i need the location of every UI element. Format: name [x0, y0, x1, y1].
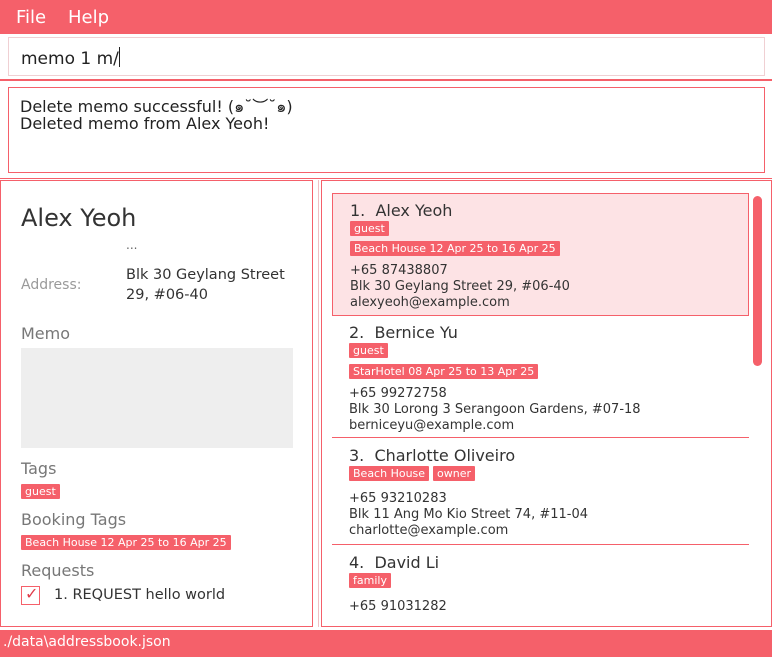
- card-name: 4. David Li: [349, 553, 439, 572]
- card-name-text: Bernice Yu: [374, 323, 458, 342]
- request-text: 1. REQUEST hello world: [54, 587, 226, 603]
- card-index: 3.: [349, 446, 365, 465]
- result-line-2: Deleted memo from Alex Yeoh!: [20, 114, 270, 133]
- card-name-text: Alex Yeoh: [375, 201, 453, 220]
- card-index: 4.: [349, 553, 365, 572]
- detail-name: Alex Yeoh: [21, 204, 137, 232]
- requests-label: Requests: [21, 561, 95, 580]
- card-booking-tag: StarHotel 08 Apr 25 to 13 Apr 25: [349, 364, 539, 379]
- address-line-2: 29, #06-40: [126, 287, 208, 303]
- card-email: berniceyu@example.com: [349, 418, 515, 433]
- list-scrollbar[interactable]: [753, 196, 762, 366]
- card-phone: +65 99272758: [349, 386, 447, 401]
- card-name: 3. Charlotte Oliveiro: [349, 446, 515, 465]
- address-label: Address:: [21, 277, 82, 293]
- card-tag: owner: [433, 466, 475, 481]
- person-card[interactable]: 3. Charlotte Oliveiro Beach House owner …: [332, 438, 749, 544]
- card-booking-tag: Beach House 12 Apr 25 to 16 Apr 25: [350, 241, 560, 256]
- person-card[interactable]: 1. Alex Yeoh guest Beach House 12 Apr 25…: [332, 193, 749, 316]
- card-phone: +65 91031282: [349, 599, 447, 614]
- person-detail-panel: Alex Yeoh ... Address: Blk 30 Geylang St…: [0, 180, 313, 627]
- divider-line: [0, 79, 772, 81]
- card-address: Blk 30 Lorong 3 Serangoon Gardens, #07-1…: [349, 402, 641, 417]
- menu-bar: File Help: [0, 0, 772, 34]
- command-input[interactable]: memo 1 m/: [8, 37, 765, 76]
- card-email: charlotte@example.com: [349, 523, 509, 538]
- status-file-path: ./data\addressbook.json: [3, 634, 171, 650]
- result-display: Delete memo successful! (๑˘︶˘๑) Deleted …: [8, 87, 765, 173]
- command-input-text[interactable]: memo 1 m/: [21, 47, 120, 69]
- card-phone: +65 93210283: [349, 491, 447, 506]
- menu-file[interactable]: File: [16, 7, 46, 28]
- memo-label: Memo: [21, 324, 71, 343]
- card-tag: Beach House: [349, 466, 430, 481]
- card-email: alexyeoh@example.com: [350, 295, 510, 310]
- card-phone: +65 87438807: [350, 263, 448, 278]
- card-name-text: David Li: [374, 553, 440, 572]
- tags-label: Tags: [21, 459, 57, 478]
- card-tag: guest: [350, 221, 389, 236]
- booking-tags-label: Booking Tags: [21, 510, 127, 529]
- divider-line: [0, 178, 772, 179]
- card-address: Blk 11 Ang Mo Kio Street 74, #11-04: [349, 507, 589, 522]
- card-tag: family: [349, 573, 391, 588]
- detail-ellipsis: ...: [126, 238, 138, 252]
- card-index: 2.: [349, 323, 365, 342]
- card-index: 1.: [350, 201, 366, 220]
- card-tag: guest: [349, 343, 388, 358]
- person-card[interactable]: 4. David Li family +65 91031282: [332, 545, 749, 626]
- card-name: 1. Alex Yeoh: [350, 201, 452, 220]
- person-list-panel[interactable]: 1. Alex Yeoh guest Beach House 12 Apr 25…: [321, 180, 772, 627]
- card-address: Blk 30 Geylang Street 29, #06-40: [350, 279, 570, 294]
- address-line-1: Blk 30 Geylang Street: [126, 267, 285, 283]
- tag-guest: guest: [21, 484, 60, 499]
- status-bar: ./data\addressbook.json: [0, 630, 772, 657]
- person-card[interactable]: 2. Bernice Yu guest StarHotel 08 Apr 25 …: [332, 317, 749, 437]
- card-name: 2. Bernice Yu: [349, 323, 458, 342]
- panel-divider[interactable]: [318, 180, 319, 627]
- menu-help[interactable]: Help: [68, 7, 109, 28]
- request-checkbox[interactable]: ✓: [21, 584, 40, 605]
- booking-tag: Beach House 12 Apr 25 to 16 Apr 25: [21, 535, 231, 550]
- check-icon: ✓: [25, 584, 39, 603]
- text-caret: [118, 47, 120, 67]
- command-value: memo 1 m/: [21, 49, 119, 69]
- memo-box[interactable]: [21, 348, 293, 448]
- card-name-text: Charlotte Oliveiro: [374, 446, 516, 465]
